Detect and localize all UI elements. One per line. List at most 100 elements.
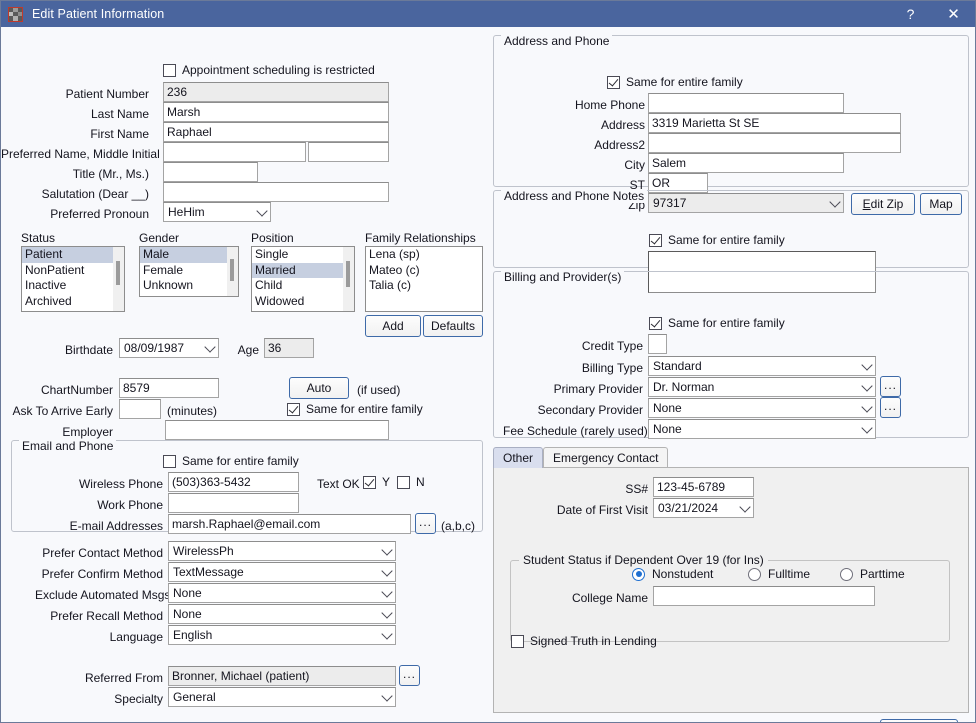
first-visit-label: Date of First Visit (524, 503, 648, 517)
help-button[interactable]: ? (889, 1, 932, 27)
billing-type-select[interactable]: Standard (648, 356, 876, 376)
position-listbox[interactable]: Single Married Child Widowed Divorced (251, 246, 355, 312)
arrive-same-family-checkbox[interactable]: Same for entire family (287, 402, 423, 416)
list-item[interactable]: Married (252, 263, 354, 279)
right-column: Address and Phone Same for entire family… (489, 27, 976, 723)
list-item[interactable]: Talia (c) (366, 278, 482, 294)
defaults-button[interactable]: Defaults (423, 315, 483, 337)
preferred-pronoun-select[interactable]: HeHim (163, 202, 271, 222)
address2-field[interactable] (648, 133, 901, 153)
exclude-automated-msgs-select[interactable]: None (168, 583, 396, 603)
tab-emergency-contact[interactable]: Emergency Contact (543, 447, 668, 468)
fee-schedule-select[interactable]: None (648, 419, 876, 439)
prefer-confirm-method-select[interactable]: TextMessage (168, 562, 396, 582)
auto-button[interactable]: Auto (289, 377, 349, 399)
billing-same-family-label: Same for entire family (668, 316, 785, 330)
patient-number-field[interactable] (163, 82, 389, 102)
abc-label: (a,b,c) (441, 519, 475, 533)
appointment-restricted-checkbox[interactable]: Appointment scheduling is restricted (163, 63, 375, 77)
list-item[interactable]: Child (252, 278, 354, 294)
address-same-family-label: Same for entire family (626, 75, 743, 89)
birthdate-select[interactable]: 08/09/1987 (119, 338, 219, 358)
radio-fulltime[interactable]: Fulltime (748, 567, 810, 581)
prefer-recall-method-select[interactable]: None (168, 604, 396, 624)
list-item[interactable]: NonPatient (22, 263, 124, 279)
city-field[interactable] (648, 153, 844, 173)
truth-in-lending-checkbox[interactable]: Signed Truth in Lending (511, 634, 657, 648)
tab-other[interactable]: Other (493, 447, 543, 468)
title-field[interactable] (163, 162, 258, 182)
list-item[interactable]: Archived (22, 294, 124, 310)
position-caption: Position (251, 231, 294, 245)
tab-strip: Other Emergency Contact (493, 447, 668, 468)
gender-scrollbar[interactable] (227, 247, 238, 296)
wireless-phone-field[interactable] (168, 472, 299, 492)
add-button[interactable]: Add (365, 315, 421, 337)
radio-nonstudent[interactable]: Nonstudent (632, 567, 713, 581)
address-same-family-checkbox[interactable]: Same for entire family (607, 75, 743, 89)
prefer-recall-method-label: Prefer Recall Method (35, 609, 163, 623)
scrollbar-thumb[interactable] (116, 261, 120, 285)
prefer-contact-method-select[interactable]: WirelessPh (168, 541, 396, 561)
list-item[interactable]: Inactive (22, 278, 124, 294)
referred-from-field[interactable] (168, 666, 396, 686)
salutation-field[interactable] (163, 182, 389, 202)
billing-same-family-checkbox[interactable]: Same for entire family (649, 316, 785, 330)
first-name-field[interactable] (163, 122, 389, 142)
status-listbox[interactable]: Patient NonPatient Inactive Archived Dec… (21, 246, 125, 312)
notes-same-family-checkbox[interactable]: Same for entire family (649, 233, 785, 247)
list-item[interactable]: Deceased (22, 309, 124, 312)
gender-listbox[interactable]: Male Female Unknown Other (139, 246, 239, 297)
billing-type-label: Billing Type (519, 361, 643, 375)
referred-from-ellipsis-button[interactable]: ... (399, 665, 420, 686)
preferred-name-field[interactable] (163, 142, 306, 162)
scrollbar-thumb[interactable] (230, 259, 234, 281)
first-name-label: First Name (1, 127, 149, 141)
list-item[interactable]: Female (140, 263, 238, 279)
middle-initial-field[interactable] (308, 142, 389, 162)
secondary-provider-select[interactable]: None (648, 398, 876, 418)
family-relationships-caption: Family Relationships (365, 231, 476, 245)
close-icon[interactable]: ✕ (932, 1, 975, 27)
list-item[interactable]: Divorced (252, 309, 354, 312)
radio-parttime[interactable]: Parttime (840, 567, 905, 581)
ss-field[interactable] (653, 477, 754, 497)
scrollbar-thumb[interactable] (346, 261, 350, 287)
home-phone-label: Home Phone (549, 98, 645, 112)
text-ok-no-checkbox[interactable]: N (397, 475, 425, 489)
language-select[interactable]: English (168, 625, 396, 645)
list-item[interactable]: Mateo (c) (366, 263, 482, 279)
save-button[interactable]: Save (880, 719, 958, 723)
family-relationships-listbox[interactable]: Lena (sp) Mateo (c) Talia (c) (365, 246, 483, 312)
list-item[interactable]: Single (252, 247, 354, 263)
email-ellipsis-button[interactable]: ... (415, 513, 436, 534)
secondary-provider-ellipsis-button[interactable]: ... (880, 397, 901, 418)
prefer-confirm-method-label: Prefer Confirm Method (35, 567, 163, 581)
list-item[interactable]: Patient (22, 247, 124, 263)
work-phone-field[interactable] (168, 493, 299, 513)
first-visit-select[interactable]: 03/21/2024 (653, 498, 754, 518)
last-name-field[interactable] (163, 102, 389, 122)
chartnumber-field[interactable] (119, 378, 219, 398)
list-item[interactable]: Unknown (140, 278, 238, 294)
list-item[interactable]: Widowed (252, 294, 354, 310)
address-field[interactable] (648, 113, 901, 133)
list-item[interactable]: Lena (sp) (366, 247, 482, 263)
college-name-field[interactable] (653, 586, 875, 606)
list-item[interactable]: Other (140, 294, 238, 298)
text-ok-yes-checkbox[interactable]: Y (363, 475, 390, 489)
status-scrollbar[interactable] (113, 247, 124, 311)
home-phone-field[interactable] (648, 93, 844, 113)
specialty-select[interactable]: General (168, 687, 396, 707)
primary-provider-select[interactable]: Dr. Norman (648, 377, 876, 397)
title-label: Title (Mr., Ms.) (1, 167, 149, 181)
position-scrollbar[interactable] (343, 247, 354, 311)
exclude-automated-msgs-value: None (173, 586, 202, 600)
credit-type-field[interactable] (648, 334, 667, 354)
employer-field[interactable] (165, 420, 389, 440)
primary-provider-ellipsis-button[interactable]: ... (880, 376, 901, 397)
email-addresses-field[interactable] (168, 514, 411, 534)
email-same-family-checkbox[interactable]: Same for entire family (163, 454, 299, 468)
arrive-early-field[interactable] (119, 399, 161, 419)
list-item[interactable]: Male (140, 247, 238, 263)
